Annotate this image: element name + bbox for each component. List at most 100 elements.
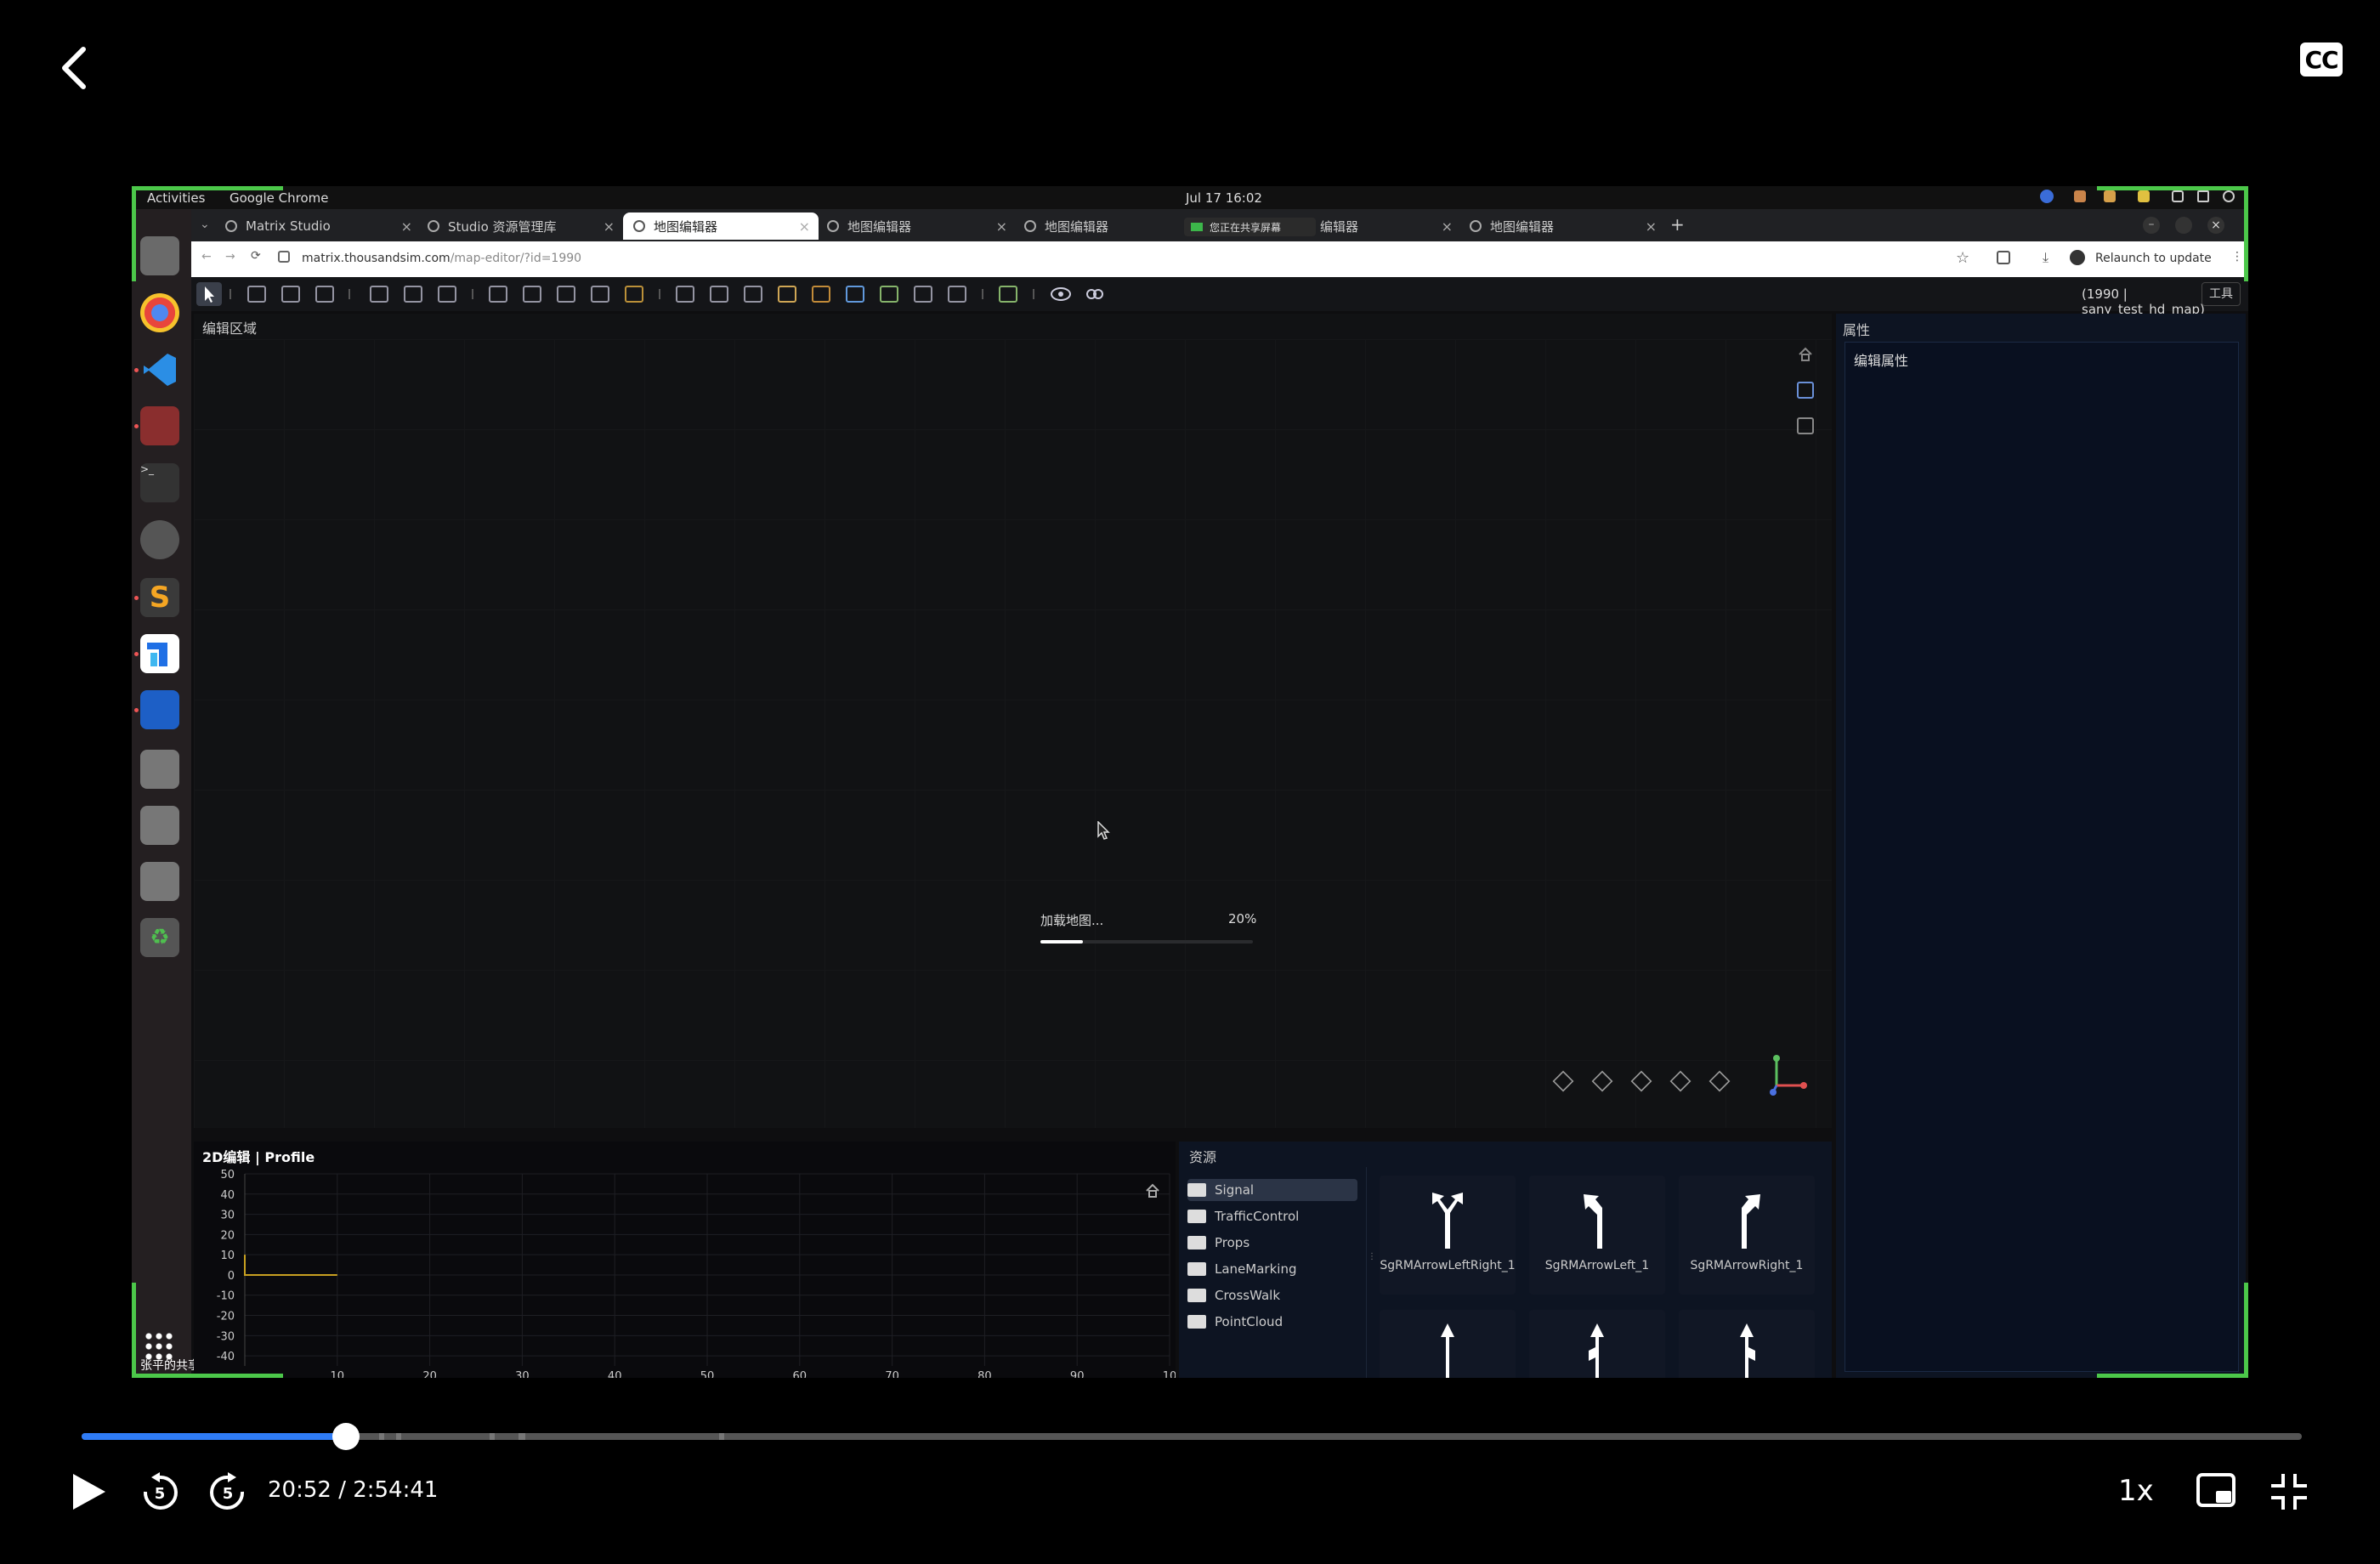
extensions-icon[interactable] (1997, 251, 2010, 264)
asset-arrow-left-right[interactable]: SgRMArrowLeftRight_1 (1380, 1176, 1516, 1295)
tray-icon[interactable] (2138, 190, 2150, 202)
profile-avatar[interactable] (2070, 250, 2085, 265)
folder-point-cloud[interactable]: PointCloud (1187, 1311, 1357, 1333)
sign-tool-icon[interactable] (812, 286, 830, 303)
asset-arrow-left[interactable]: SgRMArrowLeft_1 (1529, 1176, 1665, 1295)
menu-kebab-icon[interactable]: ⋮ (2231, 250, 2243, 264)
asset-arrow-right[interactable]: SgRMArrowRight_1 (1679, 1176, 1815, 1295)
play-icon[interactable] (68, 1470, 109, 1513)
exit-fullscreen-icon[interactable] (2270, 1472, 2309, 1511)
trash-icon[interactable]: ♻ (140, 918, 179, 957)
tab-studio-library[interactable]: Studio 资源管理库 × (428, 212, 623, 240)
files-icon[interactable] (140, 236, 179, 275)
road-edit-tool-icon[interactable] (281, 286, 300, 303)
ssd-drive-icon[interactable] (140, 862, 179, 901)
activities-button[interactable]: Activities (147, 190, 205, 206)
tab-map-editor[interactable]: 编辑器 × (1320, 212, 1461, 240)
asset-arrow-merge[interactable] (1529, 1310, 1665, 1378)
tab-map-editor[interactable]: 地图编辑器 × (1470, 212, 1665, 240)
closed-captions-button[interactable]: CC (2300, 42, 2343, 76)
bookmark-star-icon[interactable]: ☆ (1956, 249, 1969, 267)
parking-tool-icon[interactable] (914, 286, 932, 303)
presentation-app-icon[interactable] (140, 406, 179, 445)
layers-icon[interactable] (1797, 382, 1814, 399)
ssd-drive-icon[interactable] (140, 750, 179, 789)
link-icon[interactable] (1084, 285, 1106, 303)
download-icon[interactable]: ⤓ (2043, 249, 2048, 266)
folder-props[interactable]: Props (1187, 1232, 1357, 1254)
power-icon[interactable] (2223, 190, 2235, 202)
tab-close-icon[interactable]: × (401, 218, 412, 235)
playback-speed-button[interactable]: 1x (2118, 1474, 2154, 1508)
road-delete-tool-icon[interactable] (315, 286, 334, 303)
vscode-icon[interactable] (140, 350, 179, 389)
tab-close-icon[interactable]: × (996, 218, 1007, 235)
relaunch-button[interactable]: Relaunch to update (2095, 252, 2212, 265)
traffic-cone-tool-icon[interactable] (778, 286, 796, 303)
folder-signal[interactable]: Signal (1187, 1179, 1357, 1201)
url-field[interactable]: matrix.thousandsim.com/map-editor/?id=19… (302, 252, 581, 265)
bridge-tool-icon[interactable] (710, 286, 728, 303)
rewind-5-icon[interactable]: 5 (139, 1471, 181, 1514)
lane-offset-tool-icon[interactable] (557, 286, 575, 303)
folder-traffic-control[interactable]: TrafficControl (1187, 1205, 1357, 1227)
ssd-drive-icon[interactable] (140, 806, 179, 845)
show-apps-icon[interactable] (144, 1331, 173, 1360)
curve-tool-icon[interactable] (676, 286, 694, 303)
select-tool-icon[interactable] (196, 282, 222, 306)
tab-map-editor-active[interactable]: 地图编辑器 × (623, 212, 819, 240)
sublime-text-icon[interactable]: S (140, 578, 179, 617)
tab-map-editor[interactable]: 地图编辑器 × (827, 212, 1016, 240)
tab-close-icon[interactable]: × (799, 218, 810, 235)
lane-split-tool-icon[interactable] (591, 286, 609, 303)
vegetation-tool-icon[interactable] (880, 286, 898, 303)
screen-share-badge[interactable]: 您正在共享屏幕 (1184, 218, 1316, 236)
tab-matrix-studio[interactable]: Matrix Studio × (225, 212, 421, 240)
forward-nav-icon[interactable]: → (225, 250, 235, 264)
site-info-icon[interactable] (278, 251, 290, 263)
folder-crosswalk[interactable]: CrossWalk (1187, 1284, 1357, 1306)
terminal-icon[interactable]: >_ (140, 463, 179, 502)
profile-chart[interactable]: 50 40 30 20 10 0 -10 -20 -30 -40 10 20 30 40 50 60 70 80 9… (194, 1162, 1176, 1378)
home-view-icon[interactable] (1797, 346, 1814, 363)
junction-split-tool-icon[interactable] (404, 286, 422, 303)
lane-width-tool-icon[interactable] (523, 286, 541, 303)
back-arrow-icon[interactable] (51, 42, 102, 94)
picture-in-picture-icon[interactable] (2196, 1472, 2236, 1510)
lane-marking-tool-icon[interactable] (625, 286, 643, 303)
close-window-icon[interactable]: × (2207, 217, 2224, 234)
barrier-tool-icon[interactable] (948, 286, 966, 303)
reload-icon[interactable]: ⟳ (251, 249, 261, 263)
meeting-app-icon[interactable] (140, 634, 179, 673)
lane-add-tool-icon[interactable] (489, 286, 507, 303)
tab-close-icon[interactable]: × (604, 218, 615, 235)
clock[interactable]: Jul 17 16:02 (1186, 190, 1262, 206)
settings-icon[interactable] (140, 520, 179, 559)
network-icon[interactable] (2172, 190, 2184, 202)
tab-search-icon[interactable]: ⌄ (200, 218, 210, 231)
asset-arrow-diverge[interactable] (1679, 1310, 1815, 1378)
collapse-icon[interactable] (1797, 417, 1814, 434)
road-tool-icon[interactable] (247, 286, 266, 303)
tab-map-editor[interactable]: 地图编辑器 (1024, 212, 1143, 240)
folder-lane-marking[interactable]: LaneMarking (1187, 1258, 1357, 1280)
chart-home-icon[interactable] (1144, 1182, 1161, 1199)
chrome-icon[interactable] (140, 293, 179, 332)
object-tool-icon[interactable] (846, 286, 864, 303)
crosswalk-tool-icon[interactable] (744, 286, 762, 303)
back-nav-icon[interactable]: ← (201, 250, 212, 264)
tab-close-icon[interactable]: × (1442, 218, 1453, 235)
minimize-icon[interactable]: – (2143, 217, 2160, 234)
junction-merge-tool-icon[interactable] (438, 286, 456, 303)
writer-icon[interactable] (140, 690, 179, 729)
map-canvas[interactable] (194, 339, 1832, 1128)
tray-icon[interactable] (2104, 190, 2116, 202)
timeline-scrubber[interactable] (332, 1423, 360, 1450)
tools-button[interactable]: 工具 (2202, 282, 2241, 306)
tray-icon[interactable] (2074, 190, 2086, 202)
tab-close-icon[interactable]: × (1646, 218, 1657, 235)
maximize-icon[interactable] (2175, 217, 2192, 234)
terrain-tool-icon[interactable] (999, 286, 1017, 303)
asset-arrow-straight[interactable] (1380, 1310, 1516, 1378)
new-tab-button[interactable]: + (1670, 214, 1685, 235)
